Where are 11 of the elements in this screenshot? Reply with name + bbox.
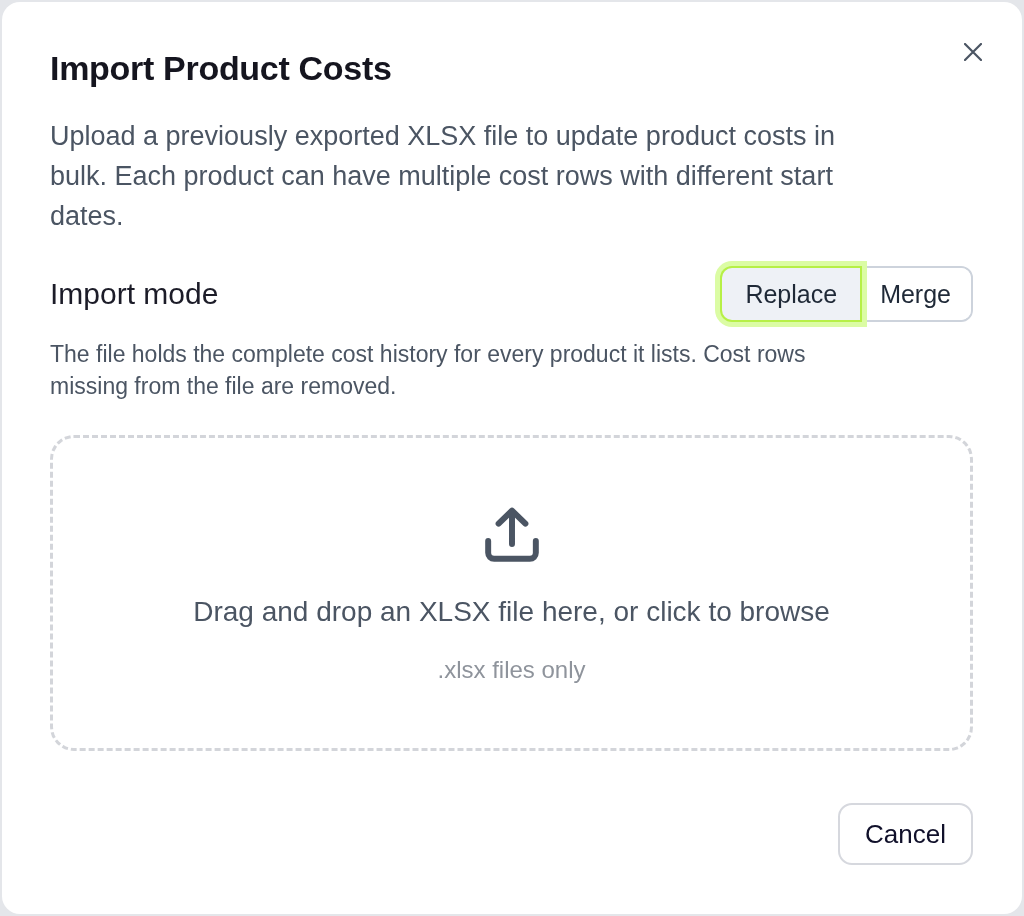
- file-drop-zone[interactable]: Drag and drop an XLSX file here, or click to browse .xlsx files only: [50, 435, 973, 751]
- import-mode-help-text: The file holds the complete cost history for every product it lists. Cost rows missing from the file are removed.: [50, 340, 807, 401]
- dialog-title: Import Product Costs: [50, 48, 392, 88]
- upload-icon: [483, 507, 540, 563]
- dialog-description: Upload a previously exported XLSX file to update product costs in bulk. Each product can have multiple cost rows with different start dates.: [50, 120, 836, 233]
- file-type-hint: .xlsx files only: [437, 655, 586, 685]
- close-icon: [964, 43, 982, 61]
- drop-prompt-text: Drag and drop an XLSX file here, or click to browse: [193, 595, 830, 629]
- close-button[interactable]: [964, 43, 982, 61]
- import-mode-label: Import mode: [50, 277, 219, 311]
- cancel-button[interactable]: Cancel: [838, 803, 973, 865]
